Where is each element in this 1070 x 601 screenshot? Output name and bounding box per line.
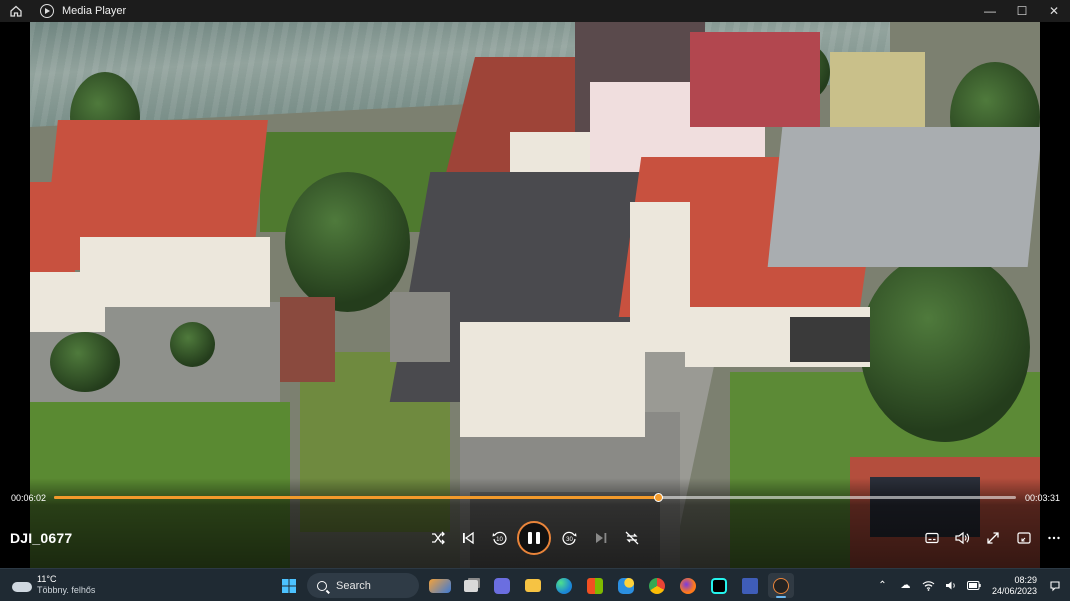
sun-icon <box>618 577 634 594</box>
widgets-app[interactable] <box>427 573 453 598</box>
partly-cloudy-icon <box>12 578 32 592</box>
start-button[interactable] <box>276 573 302 598</box>
forward-icon: 30 <box>562 531 577 545</box>
taskbar: 11°C Többny. felhős Search ⌃ ☁ 08:29 24/… <box>0 568 1070 601</box>
remaining-time: 00:03:31 <box>1024 493 1060 503</box>
pause-icon <box>528 532 532 544</box>
elapsed-time: 00:06:02 <box>11 493 47 503</box>
notification-icon[interactable] <box>1047 578 1062 593</box>
shuffle-button[interactable] <box>426 526 450 550</box>
media-player-app[interactable] <box>768 573 794 598</box>
close-button[interactable]: ✕ <box>1038 0 1070 22</box>
clock-date: 24/06/2023 <box>991 585 1037 596</box>
miniplayer-icon <box>1017 532 1031 544</box>
save-icon <box>742 577 758 594</box>
firefox-app[interactable] <box>675 573 701 598</box>
more-options-button[interactable] <box>1042 526 1066 550</box>
next-button[interactable] <box>589 526 613 550</box>
shuffle-icon <box>432 531 445 545</box>
weather-temperature: 11°C <box>37 574 57 584</box>
search-icon <box>317 580 327 591</box>
repeat-off-icon <box>625 531 639 545</box>
rewind-label: 10 <box>496 537 503 543</box>
volume-icon[interactable] <box>944 578 959 593</box>
file-explorer-app[interactable] <box>520 573 546 598</box>
repeat-button[interactable] <box>620 526 644 550</box>
rewind-icon: 10 <box>492 531 507 545</box>
volume-button[interactable] <box>950 526 974 550</box>
clock[interactable]: 08:29 24/06/2023 <box>992 575 1037 597</box>
system-tray: ⌃ ☁ 08:29 24/06/2023 <box>871 569 1070 601</box>
fullscreen-icon <box>987 532 999 544</box>
tiktok-app[interactable] <box>706 573 732 598</box>
task-view-button[interactable] <box>458 573 484 598</box>
more-icon <box>1048 536 1060 540</box>
folder-icon <box>525 579 541 592</box>
taskbar-search[interactable]: Search <box>307 573 419 598</box>
volume-icon <box>955 531 969 545</box>
windows-icon <box>282 578 296 593</box>
previous-button[interactable] <box>456 526 480 550</box>
edge-icon <box>556 577 572 594</box>
miniplayer-button[interactable] <box>1012 526 1036 550</box>
seek-bar-progress <box>54 496 659 499</box>
media-title: DJI_0677 <box>10 530 73 546</box>
chat-icon <box>494 577 510 594</box>
widgets-icon <box>429 578 451 593</box>
chrome-icon <box>649 577 665 594</box>
forward-30-button[interactable]: 30 <box>558 526 582 550</box>
teams-app[interactable] <box>489 573 515 598</box>
wifi-icon[interactable] <box>921 578 936 593</box>
media-player-icon <box>773 577 789 594</box>
seek-bar[interactable] <box>54 493 1016 502</box>
store-icon <box>587 577 603 594</box>
chevron-up-icon[interactable]: ⌃ <box>875 578 890 593</box>
home-icon[interactable] <box>0 0 32 22</box>
battery-icon[interactable] <box>967 578 982 593</box>
weather-widget[interactable]: 11°C Többny. felhős <box>12 574 95 596</box>
subtitles-icon <box>925 532 939 544</box>
previous-icon <box>463 531 474 545</box>
onedrive-icon[interactable]: ☁ <box>898 578 913 593</box>
app-pinned[interactable] <box>737 573 763 598</box>
weather-condition: Többny. felhős <box>37 585 96 595</box>
search-placeholder: Search <box>336 579 371 592</box>
play-pause-button[interactable] <box>517 521 551 555</box>
forward-label: 30 <box>566 537 573 543</box>
subtitles-button[interactable] <box>920 526 944 550</box>
chrome-app[interactable] <box>644 573 670 598</box>
edge-app[interactable] <box>551 573 577 598</box>
media-player-icon <box>40 4 54 18</box>
task-view-icon <box>464 579 478 592</box>
next-icon <box>596 533 607 543</box>
maximize-button[interactable]: ☐ <box>1006 0 1038 22</box>
minimize-button[interactable]: — <box>974 0 1006 22</box>
window-title: Media Player <box>62 5 127 17</box>
weather-app[interactable] <box>613 573 639 598</box>
tiktok-icon <box>711 577 727 594</box>
rewind-10-button[interactable]: 10 <box>487 526 511 550</box>
firefox-icon <box>680 577 696 594</box>
clock-time: 08:29 <box>1014 574 1037 585</box>
fullscreen-button[interactable] <box>981 526 1005 550</box>
store-app[interactable] <box>582 573 608 598</box>
title-bar: Media Player — ☐ ✕ <box>0 0 1070 22</box>
